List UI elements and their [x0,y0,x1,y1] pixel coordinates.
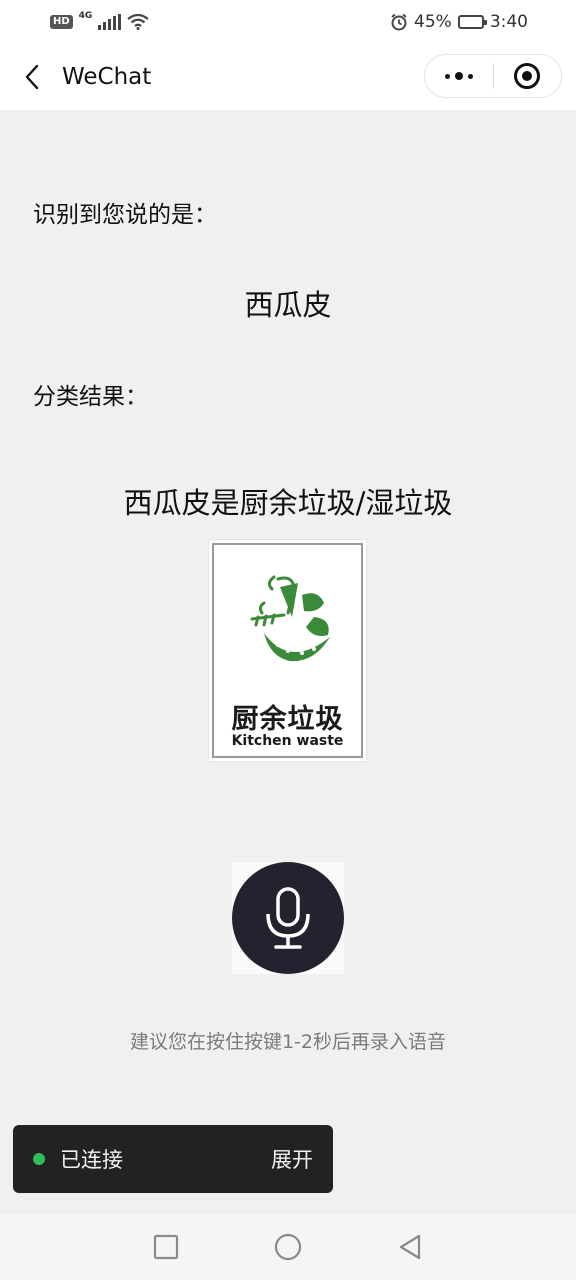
toast-status-text: 已连接 [60,1148,123,1172]
status-bar: HD 4G 45% 3:40 [0,0,576,44]
expand-button[interactable]: 展开 [271,1144,313,1174]
recent-apps-button[interactable] [105,1214,227,1280]
back-button[interactable] [4,44,60,110]
mic-button-area [232,862,344,974]
result-text: 西瓜皮是厨余垃圾/湿垃圾 [123,486,453,520]
record-voice-button[interactable] [232,862,344,974]
close-program-button[interactable] [494,55,562,97]
recognized-text: 西瓜皮 [244,288,332,322]
result-label: 分类结果： [33,384,148,410]
chevron-left-icon [25,64,39,90]
circle-icon [274,1233,302,1261]
system-nav-bar [0,1214,576,1280]
battery-percent: 45% [414,12,452,32]
triangle-back-icon [399,1234,421,1260]
network-type: 4G [78,11,93,21]
microphone-icon [266,887,310,949]
home-button[interactable] [227,1214,349,1280]
status-bar-left: HD 4G [50,11,150,30]
waste-title-en: Kitchen waste [231,733,344,749]
hd-badge: HD [50,15,73,29]
wifi-icon [127,14,150,30]
nav-title: WeChat [62,64,152,90]
target-circle-icon [514,63,541,89]
alarm-icon [391,13,407,31]
waste-card-border: 厨余垃圾 Kitchen waste [212,543,363,758]
nav-bar: WeChat [0,44,576,110]
capsule-menu [424,54,562,98]
signal-icon [98,14,122,30]
connected-status-dot [33,1153,45,1165]
status-bar-right: 45% 3:40 [390,12,528,32]
connection-toast: 已连接 展开 [13,1125,333,1193]
square-icon [153,1234,179,1260]
recording-hint: 建议您在按住按键1-2秒后再录入语音 [129,1031,447,1053]
waste-title-cn: 厨余垃圾 [231,704,344,735]
more-dots-icon [444,72,473,80]
system-back-button[interactable] [349,1214,471,1280]
clock: 3:40 [489,12,528,32]
kitchen-waste-card: 厨余垃圾 Kitchen waste [208,539,367,762]
mini-program-page: HD 4G 45% 3:40 WeChat 识别到您说的是： 西瓜皮 分类结果：… [0,0,576,1280]
recognized-label: 识别到您说的是： [33,202,217,228]
kitchen-waste-icon [250,575,330,662]
more-button[interactable] [425,55,493,97]
battery-icon [457,15,487,29]
